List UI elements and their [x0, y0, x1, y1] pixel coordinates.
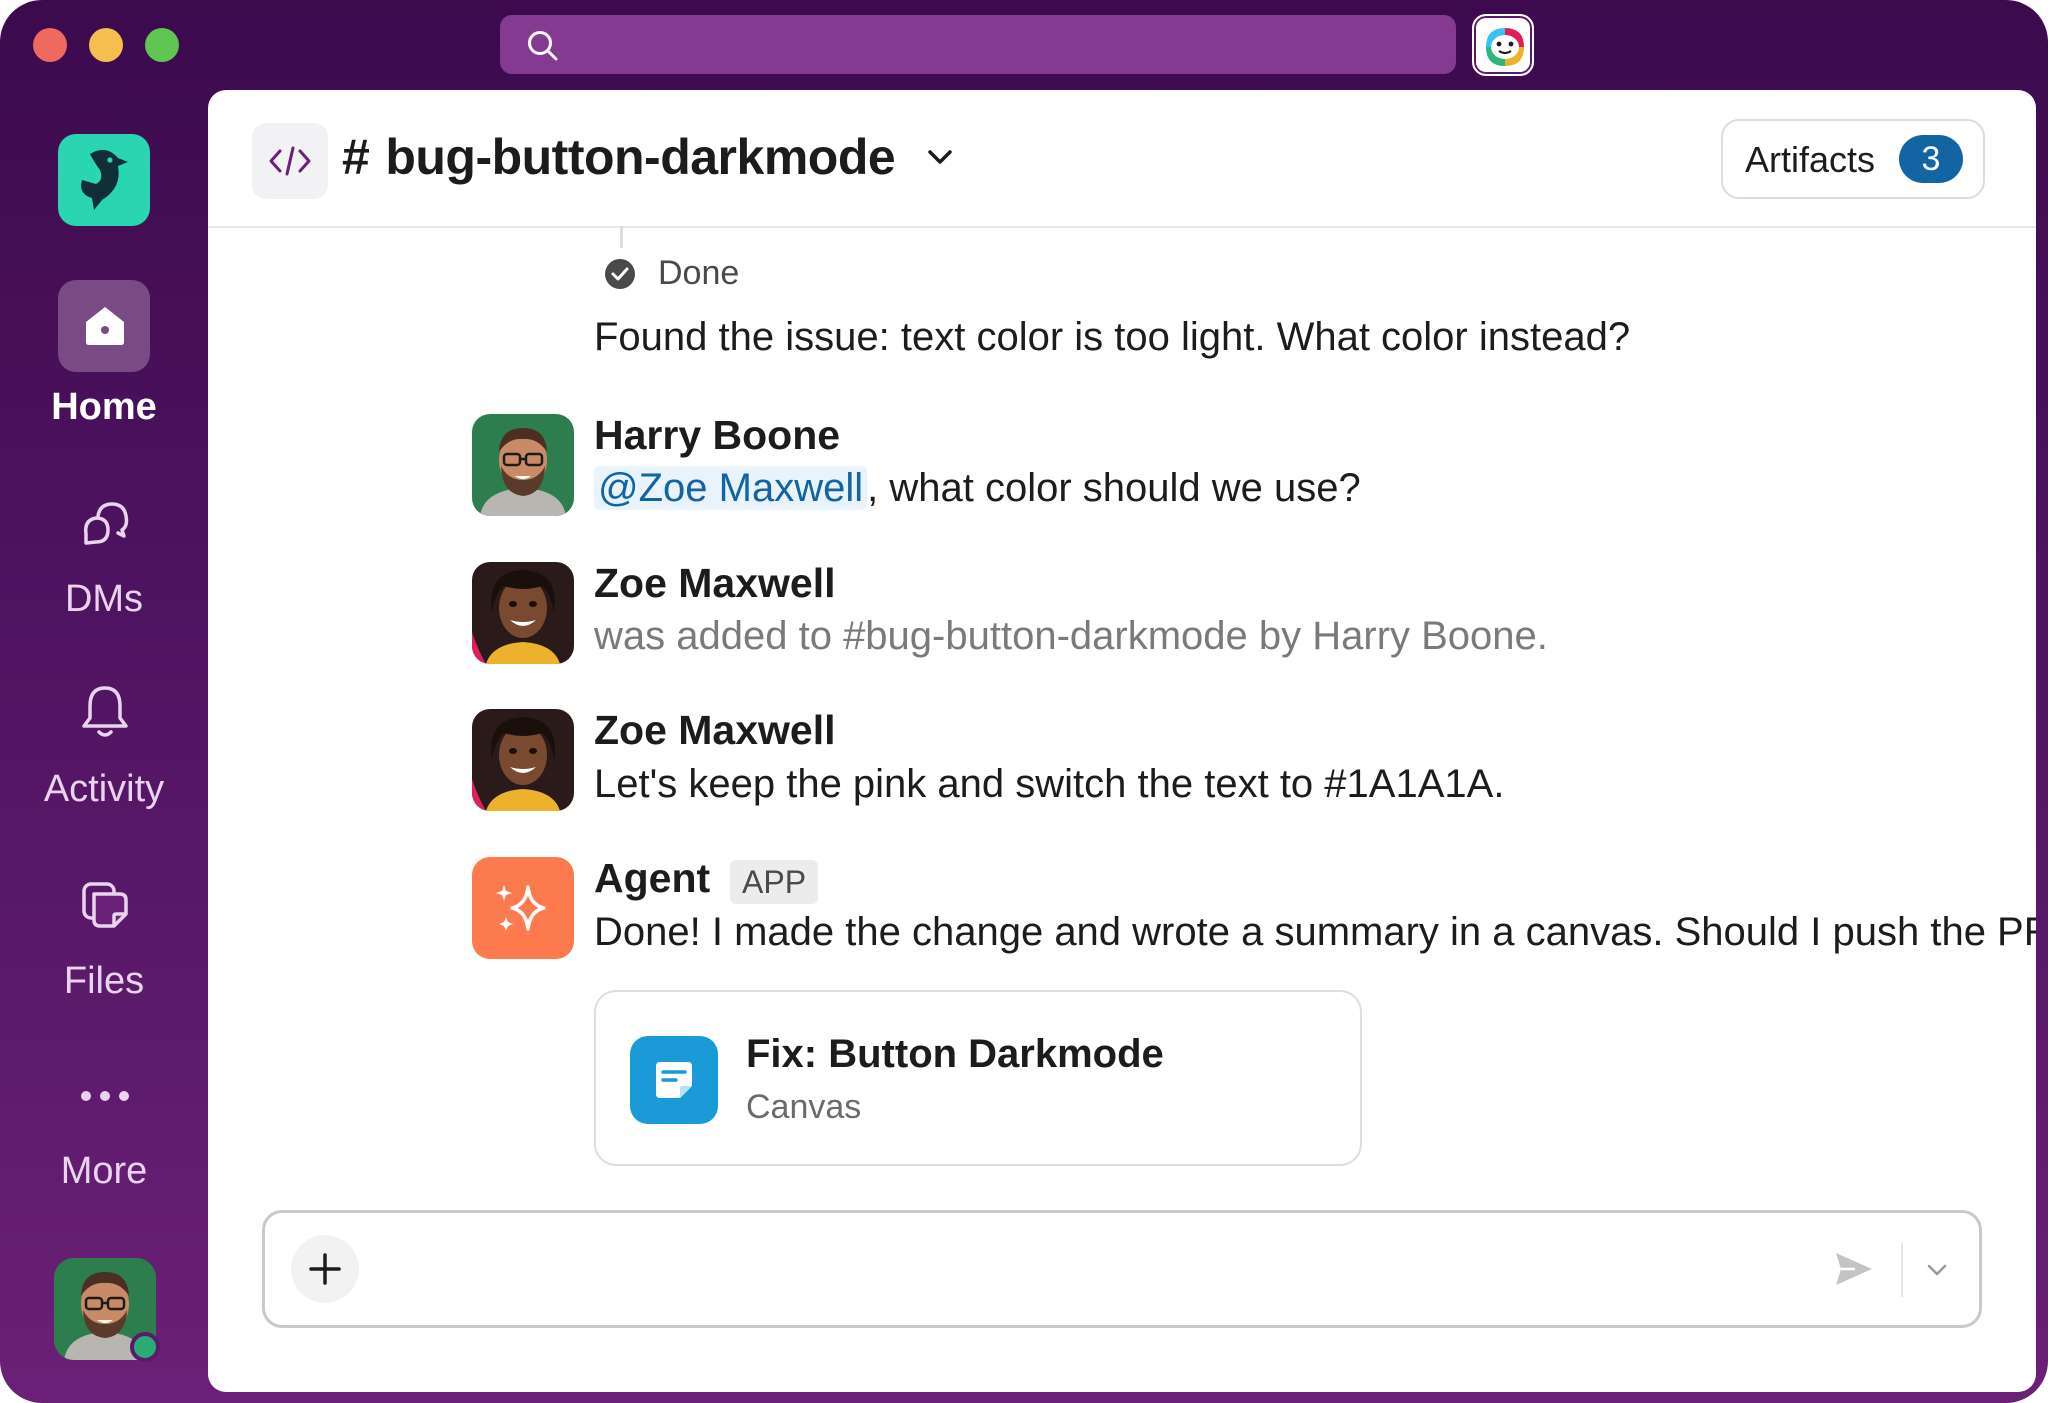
channel-title-button[interactable]: # bug-button-darkmode: [342, 128, 896, 186]
workspace-icon-button[interactable]: [58, 134, 150, 226]
thread-connector: [620, 226, 623, 248]
zoe-avatar: [472, 562, 574, 664]
bird-logo-icon: [81, 149, 128, 210]
message-text: @Zoe Maxwell, what color should we use?: [594, 466, 1361, 511]
artifacts-count-badge: 3: [1899, 135, 1963, 183]
composer-divider: [1901, 1243, 1903, 1297]
ai-assistant-button[interactable]: [1472, 14, 1534, 76]
dms-icon: [83, 502, 129, 545]
sparkle-icon: [496, 885, 546, 931]
channel-hash: #: [342, 129, 370, 185]
app-badge: APP: [730, 860, 819, 904]
canvas-icon: [656, 1062, 692, 1098]
channel-panel: # bug-button-darkmode Artifacts 3 Done Fo…: [208, 90, 2036, 1392]
channel-name: bug-button-darkmode: [385, 129, 896, 185]
task-status-label: Done: [658, 254, 740, 292]
avatar[interactable]: [472, 562, 574, 664]
search-bar[interactable]: [500, 15, 1456, 74]
ai-assistant-icon: [1480, 22, 1530, 72]
user-mention[interactable]: @Zoe Maxwell: [594, 466, 868, 510]
channel-header: # bug-button-darkmode Artifacts 3: [208, 90, 2036, 228]
chevron-down-icon[interactable]: [1925, 1263, 1949, 1277]
avatar[interactable]: [472, 709, 574, 811]
send-icon[interactable]: [1833, 1249, 1875, 1289]
message-text: Found the issue: text color is too light…: [594, 315, 1631, 359]
more-icon-tile: [58, 1050, 150, 1142]
sidebar-item-label: Files: [63, 960, 145, 1002]
home-icon: [86, 307, 124, 345]
message-author[interactable]: Harry Boone: [594, 412, 840, 459]
presence-indicator: [130, 1332, 160, 1362]
canvas-title: Fix: Button Darkmode: [746, 1032, 1164, 1076]
plus-icon: [309, 1253, 341, 1285]
zoe-avatar: [472, 709, 574, 811]
add-attachment-button[interactable]: [291, 1235, 359, 1303]
bell-icon: [82, 686, 128, 737]
message-author[interactable]: Zoe Maxwell: [594, 707, 836, 754]
avatar[interactable]: [472, 414, 574, 516]
artifacts-button[interactable]: Artifacts 3: [1721, 119, 1985, 199]
harry-avatar: [472, 414, 574, 516]
canvas-icon-tile: [630, 1036, 718, 1124]
canvas-attachment-card[interactable]: Fix: Button Darkmode Canvas: [594, 990, 1362, 1166]
files-icon: [82, 882, 128, 928]
home-icon-tile: [58, 280, 150, 372]
system-message-text: was added to #bug-button-darkmode by Har…: [594, 614, 1548, 658]
dms-icon-tile: [58, 478, 150, 570]
canvas-subtitle: Canvas: [746, 1088, 862, 1126]
code-view-button[interactable]: [252, 123, 328, 199]
sidebar-item-label: Home: [51, 386, 157, 428]
check-circle-icon: [605, 259, 635, 289]
code-icon: [269, 146, 311, 176]
message-composer[interactable]: [262, 1210, 1982, 1328]
search-icon: [528, 31, 558, 61]
sidebar-item-label: DMs: [64, 578, 144, 620]
sidebar-item-label: More: [60, 1150, 148, 1192]
chevron-down-icon[interactable]: [926, 148, 954, 166]
artifacts-label: Artifacts: [1745, 139, 1876, 180]
message-text: Let's keep the pink and switch the text …: [594, 762, 1505, 806]
bell-icon-tile: [58, 668, 150, 760]
message-text-body: , what color should we use?: [867, 466, 1361, 510]
app-window: Home DMs Activity Files More # bug-butto…: [0, 0, 2048, 1403]
more-icon: [81, 1091, 129, 1101]
sidebar-item-label: Activity: [43, 768, 165, 810]
maximize-window-button[interactable]: [145, 28, 179, 62]
message-text: Done! I made the change and wrote a summ…: [594, 910, 2036, 954]
avatar[interactable]: [472, 857, 574, 959]
minimize-window-button[interactable]: [89, 28, 123, 62]
message-author[interactable]: Agent: [594, 855, 710, 902]
files-icon-tile: [58, 860, 150, 952]
message-author[interactable]: Zoe Maxwell: [594, 560, 836, 607]
close-window-button[interactable]: [33, 28, 67, 62]
